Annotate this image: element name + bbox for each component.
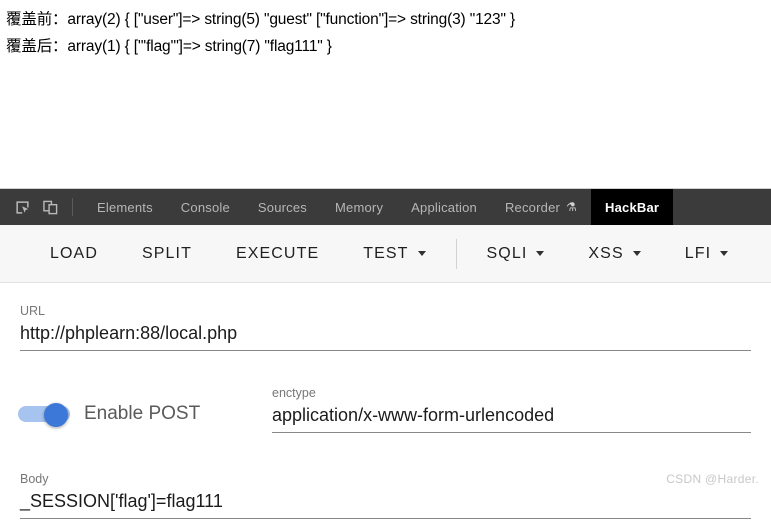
watermark: CSDN @Harder. bbox=[666, 472, 759, 486]
tab-recorder-label: Recorder bbox=[505, 200, 560, 215]
device-toolbar-icon[interactable] bbox=[36, 189, 64, 225]
toggle-thumb bbox=[44, 403, 68, 427]
toolbar-divider bbox=[72, 198, 73, 216]
tab-hackbar[interactable]: HackBar bbox=[591, 189, 673, 225]
chevron-down-icon bbox=[536, 251, 544, 256]
devtools-tab-bar: Elements Console Sources Memory Applicat… bbox=[0, 189, 771, 225]
split-button[interactable]: SPLIT bbox=[120, 237, 214, 271]
test-menu-button[interactable]: TEST bbox=[341, 237, 447, 271]
output-line-after: 覆盖后：array(1) { ["'flag'"]=> string(7) "f… bbox=[6, 33, 771, 60]
tab-memory[interactable]: Memory bbox=[321, 189, 397, 225]
tab-sources-label: Sources bbox=[258, 200, 307, 215]
hackbar-form: URL http://phplearn:88/local.php Enable … bbox=[0, 283, 771, 508]
sqli-menu-label: SQLI bbox=[487, 245, 528, 263]
sqli-menu-button[interactable]: SQLI bbox=[465, 237, 567, 271]
tab-application-label: Application bbox=[411, 200, 477, 215]
output-line-before: 覆盖前：array(2) { ["user"]=> string(5) "gue… bbox=[6, 6, 771, 33]
execute-button[interactable]: EXECUTE bbox=[214, 237, 341, 271]
experiment-flask-icon: ⚗ bbox=[566, 200, 577, 214]
enctype-field-label: enctype bbox=[272, 385, 751, 401]
tab-memory-label: Memory bbox=[335, 200, 383, 215]
test-menu-label: TEST bbox=[363, 245, 408, 263]
tab-console[interactable]: Console bbox=[167, 189, 244, 225]
body-field-underline bbox=[20, 518, 751, 519]
hackbar-toolbar-divider bbox=[456, 239, 457, 269]
toggle-switch[interactable] bbox=[18, 403, 70, 425]
url-field-label: URL bbox=[20, 303, 751, 319]
tab-console-label: Console bbox=[181, 200, 230, 215]
body-field[interactable]: Body _SESSION['flag']=flag111 bbox=[20, 471, 751, 519]
page-output-area: 覆盖前：array(2) { ["user"]=> string(5) "gue… bbox=[0, 0, 771, 188]
tab-recorder[interactable]: Recorder ⚗ bbox=[491, 189, 591, 225]
tab-sources[interactable]: Sources bbox=[244, 189, 321, 225]
hackbar-toolbar: LOAD SPLIT EXECUTE TEST SQLI XSS LFI bbox=[0, 225, 771, 283]
url-field-underline bbox=[20, 350, 751, 351]
chevron-down-icon bbox=[720, 251, 728, 256]
enctype-input[interactable]: application/x-www-form-urlencoded bbox=[272, 401, 751, 429]
enctype-field[interactable]: enctype application/x-www-form-urlencode… bbox=[272, 385, 751, 433]
tab-application[interactable]: Application bbox=[397, 189, 491, 225]
split-button-label: SPLIT bbox=[142, 245, 192, 263]
enable-post-toggle[interactable]: Enable POST bbox=[18, 403, 200, 425]
enable-post-label: Enable POST bbox=[84, 403, 200, 425]
enctype-field-underline bbox=[272, 432, 751, 433]
xss-menu-button[interactable]: XSS bbox=[566, 237, 662, 271]
body-input[interactable]: _SESSION['flag']=flag111 bbox=[20, 487, 751, 515]
load-button[interactable]: LOAD bbox=[28, 237, 120, 271]
lfi-menu-label: LFI bbox=[685, 245, 711, 263]
body-field-label: Body bbox=[20, 471, 751, 487]
tab-hackbar-label: HackBar bbox=[605, 200, 659, 215]
chevron-down-icon bbox=[633, 251, 641, 256]
devtools-panel: Elements Console Sources Memory Applicat… bbox=[0, 188, 771, 529]
chevron-down-icon bbox=[418, 251, 426, 256]
lfi-menu-button[interactable]: LFI bbox=[663, 237, 750, 271]
url-input[interactable]: http://phplearn:88/local.php bbox=[20, 319, 751, 347]
tab-elements[interactable]: Elements bbox=[83, 189, 167, 225]
load-button-label: LOAD bbox=[50, 245, 98, 263]
inspect-element-icon[interactable] bbox=[8, 189, 36, 225]
execute-button-label: EXECUTE bbox=[236, 245, 319, 263]
xss-menu-label: XSS bbox=[588, 245, 623, 263]
url-field[interactable]: URL http://phplearn:88/local.php bbox=[20, 303, 751, 351]
tab-elements-label: Elements bbox=[97, 200, 153, 215]
